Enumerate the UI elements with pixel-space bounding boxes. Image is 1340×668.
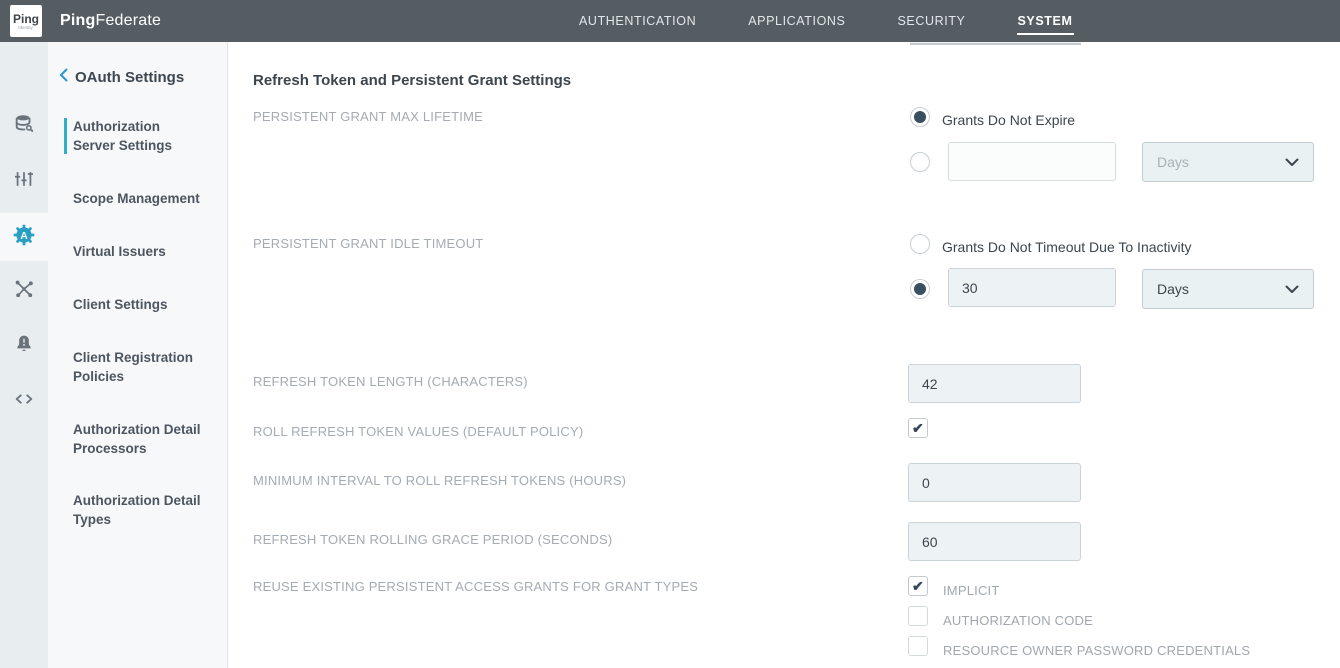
grant-type-implicit-checkbox[interactable] [908, 576, 928, 596]
app-shell: A [0, 42, 1340, 668]
svg-text:A: A [20, 230, 28, 242]
max-lifetime-unit-select[interactable]: Days [1142, 142, 1314, 182]
label-rolling-grace-period: REFRESH TOKEN ROLLING GRACE PERIOD (SECO… [253, 532, 612, 547]
rail-item-oauth[interactable]: A [0, 213, 48, 261]
sidebar-item-authorization-detail-types[interactable]: Authorization Detail Types [73, 491, 205, 529]
chevron-left-icon [59, 68, 68, 87]
radio-idle-timeout-custom[interactable] [910, 279, 930, 299]
idle-timeout-value-input[interactable] [948, 268, 1116, 307]
grant-type-authorization-code-label: AUTHORIZATION CODE [943, 613, 1093, 628]
label-reuse-grants: REUSE EXISTING PERSISTENT ACCESS GRANTS … [253, 579, 698, 594]
sidebar-title: OAuth Settings [75, 69, 184, 86]
grant-type-implicit-label: IMPLICIT [943, 583, 1000, 598]
sidebar-item-scope-management[interactable]: Scope Management [73, 189, 205, 208]
rail-item-api[interactable] [0, 377, 48, 425]
radio-grants-do-not-expire[interactable] [910, 107, 930, 127]
nav-system[interactable]: SYSTEM [1017, 8, 1074, 35]
grant-type-authorization-code-checkbox[interactable] [908, 606, 928, 626]
grant-type-ropc-label: RESOURCE OWNER PASSWORD CREDENTIALS [943, 643, 1250, 658]
database-key-icon [13, 113, 35, 140]
radio-max-lifetime-custom[interactable] [910, 152, 930, 172]
nav-applications[interactable]: APPLICATIONS [747, 8, 846, 35]
sidebar-item-virtual-issuers[interactable]: Virtual Issuers [73, 242, 205, 261]
label-minimum-roll-interval: MINIMUM INTERVAL TO ROLL REFRESH TOKENS … [253, 473, 626, 488]
top-bar: Ping Identity. PingFederate AUTHENTICATI… [0, 0, 1340, 42]
app-title: PingFederate [60, 12, 161, 30]
logo-subtext: Identity. [18, 25, 33, 30]
scrolled-field-edge [910, 42, 1081, 45]
minimum-roll-interval-input[interactable] [908, 463, 1081, 502]
nav-authentication[interactable]: AUTHENTICATION [578, 8, 697, 35]
rail-item-connections[interactable] [0, 267, 48, 315]
oauth-settings-sidebar: OAuth Settings Authorization Server Sett… [48, 42, 228, 668]
connections-icon [13, 278, 35, 305]
max-lifetime-value-input[interactable] [948, 142, 1116, 181]
radio-label-grants-do-not-timeout: Grants Do Not Timeout Due To Inactivity [942, 239, 1192, 255]
chevron-down-icon [1285, 154, 1299, 170]
rolling-grace-period-input[interactable] [908, 522, 1081, 561]
sidebar-item-client-settings[interactable]: Client Settings [73, 295, 205, 314]
label-persistent-grant-max-lifetime: PERSISTENT GRANT MAX LIFETIME [253, 109, 483, 124]
grant-type-ropc-checkbox[interactable] [908, 636, 928, 656]
label-roll-refresh-token-values: ROLL REFRESH TOKEN VALUES (DEFAULT POLIC… [253, 424, 583, 439]
sidebar-item-authorization-detail-processors[interactable]: Authorization Detail Processors [73, 420, 205, 458]
logo-text: Ping [13, 13, 39, 25]
sidebar-item-authorization-server-settings[interactable]: Authorization Server Settings [73, 117, 205, 155]
alert-bell-icon [13, 333, 35, 360]
primary-nav: AUTHENTICATION APPLICATIONS SECURITY SYS… [578, 0, 1074, 42]
radio-label-grants-do-not-expire: Grants Do Not Expire [942, 112, 1075, 128]
sidebar-item-client-registration-policies[interactable]: Client Registration Policies [73, 348, 205, 386]
idle-timeout-unit-select[interactable]: Days [1142, 269, 1314, 309]
sidebar-back-header[interactable]: OAuth Settings [59, 68, 184, 87]
label-persistent-grant-idle-timeout: PERSISTENT GRANT IDLE TIMEOUT [253, 236, 483, 251]
oauth-gear-icon: A [12, 223, 36, 252]
main-content: Refresh Token and Persistent Grant Setti… [228, 42, 1340, 668]
refresh-token-length-input[interactable] [908, 364, 1081, 403]
radio-grants-do-not-timeout[interactable] [910, 234, 930, 254]
code-brackets-icon [13, 388, 35, 415]
chevron-down-icon [1285, 281, 1299, 297]
nav-security[interactable]: SECURITY [896, 8, 966, 35]
rail-item-data-stores[interactable] [0, 102, 48, 150]
sliders-icon [13, 168, 35, 195]
ping-identity-logo[interactable]: Ping Identity. [10, 5, 42, 37]
rail-item-notifications[interactable] [0, 322, 48, 370]
icon-rail: A [0, 42, 48, 668]
label-refresh-token-length: REFRESH TOKEN LENGTH (CHARACTERS) [253, 374, 528, 389]
roll-refresh-token-values-checkbox[interactable] [908, 418, 928, 438]
section-title: Refresh Token and Persistent Grant Setti… [253, 72, 571, 89]
rail-item-server-config[interactable] [0, 157, 48, 205]
